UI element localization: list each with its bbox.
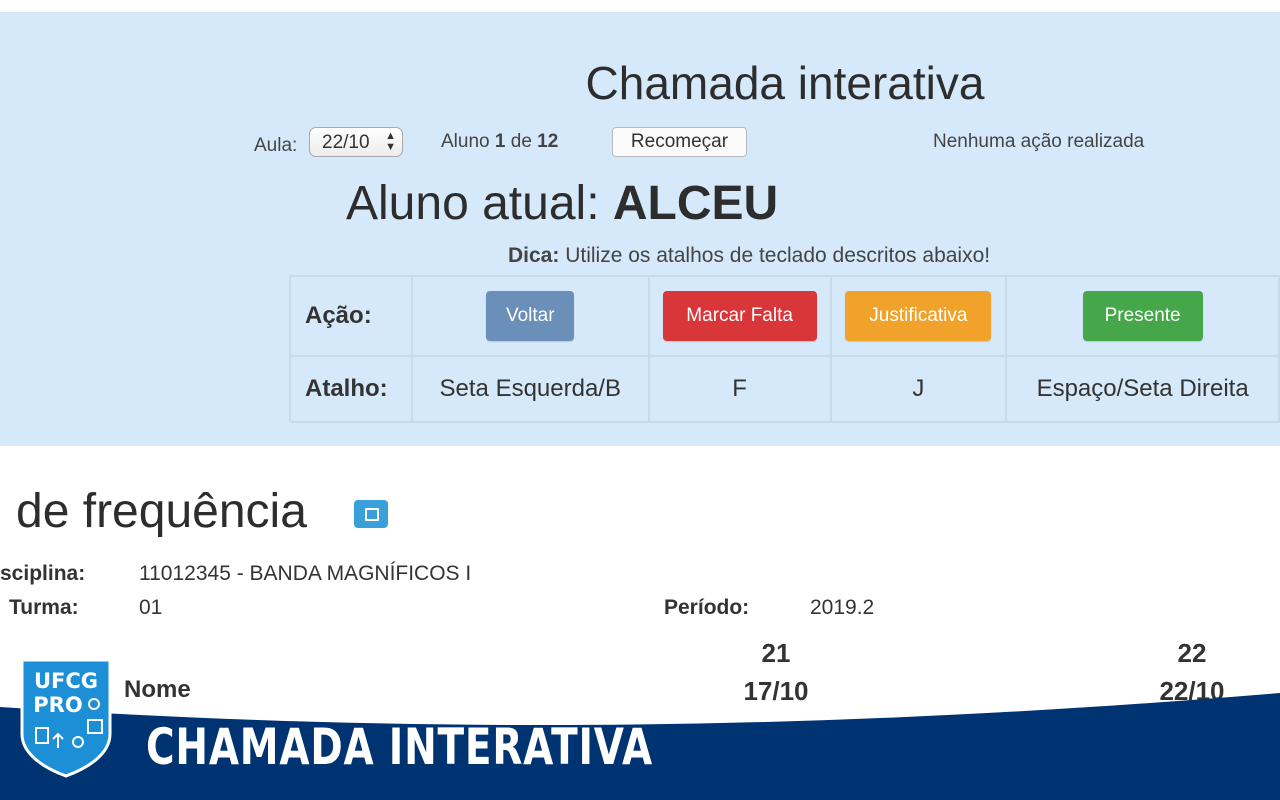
current-student-label: Aluno atual: (346, 177, 600, 230)
shortcut-absence: F (647, 355, 832, 423)
mark-absence-button[interactable]: Marcar Falta (662, 291, 817, 341)
student-counter-current: 1 (494, 131, 506, 152)
disciplina-label: sciplina: (0, 562, 86, 585)
logo-text-ufcg: UFCG (34, 669, 98, 693)
aula-select-value: 22/10 (322, 132, 370, 153)
interactive-call-panel: Chamada interativa Aula: 22/10 ▲ ▼ Aluno … (0, 12, 1280, 446)
action-row: Ação: Voltar Marcar Falta Justificativa … (289, 275, 1280, 357)
action-cell: Marcar Falta (647, 275, 832, 357)
column-number: 21 (761, 638, 791, 668)
current-student: Aluno atual: ALCEU (346, 176, 778, 231)
back-button[interactable]: Voltar (486, 291, 575, 341)
restart-button[interactable]: Recomeçar (612, 127, 747, 157)
collapse-square-icon[interactable] (354, 500, 388, 528)
student-counter-total: 12 (537, 131, 559, 152)
ufcg-pro-logo: UFCG PRO (20, 658, 112, 778)
student-counter: Aluno 1 de 12 (441, 127, 558, 159)
periodo-label: Período: (664, 596, 750, 619)
turma-value: 01 (139, 596, 163, 619)
shortcut-row: Atalho: Seta Esquerda/B F J Espaço/Seta … (289, 355, 1280, 423)
action-header: Ação: (289, 275, 413, 357)
action-cell: Presente (1005, 275, 1280, 357)
shortcut-table: Ação: Voltar Marcar Falta Justificativa … (289, 275, 1280, 423)
column-number: 22 (1177, 638, 1207, 668)
tip-text: Utilize os atalhos de teclado descritos … (565, 244, 991, 267)
action-status: Nenhuma ação realizada (933, 131, 1145, 152)
keyboard-tip: Dica: Utilize os atalhos de teclado desc… (508, 244, 990, 268)
aula-label: Aula: (254, 135, 298, 156)
tip-label: Dica: (508, 244, 560, 267)
current-student-name: ALCEU (612, 177, 779, 230)
panel-title: Chamada interativa (585, 57, 985, 109)
shortcut-present: Espaço/Seta Direita (1005, 355, 1280, 423)
logo-text-pro: PRO (33, 693, 82, 717)
select-arrows-icon: ▲ ▼ (385, 130, 396, 153)
turma-label: Turma: (9, 596, 79, 619)
student-counter-prefix: Aluno (441, 131, 490, 152)
shortcut-justification: J (829, 355, 1008, 423)
aula-select[interactable]: 22/10 ▲ ▼ (309, 127, 403, 157)
disciplina-value: 11012345 - BANDA MAGNÍFICOS I (139, 562, 472, 585)
student-counter-mid: de (510, 131, 532, 152)
banner-title: CHAMADA INTERATIVA (146, 718, 654, 776)
shortcut-back: Seta Esquerda/B (410, 355, 650, 423)
page-heading: de frequência (16, 485, 307, 538)
action-cell: Justificativa (829, 275, 1008, 357)
justification-button[interactable]: Justificativa (845, 291, 992, 341)
action-cell: Voltar (410, 275, 650, 357)
periodo-value: 2019.2 (810, 596, 875, 619)
shortcut-header: Atalho: (289, 355, 413, 423)
present-button[interactable]: Presente (1082, 291, 1203, 341)
